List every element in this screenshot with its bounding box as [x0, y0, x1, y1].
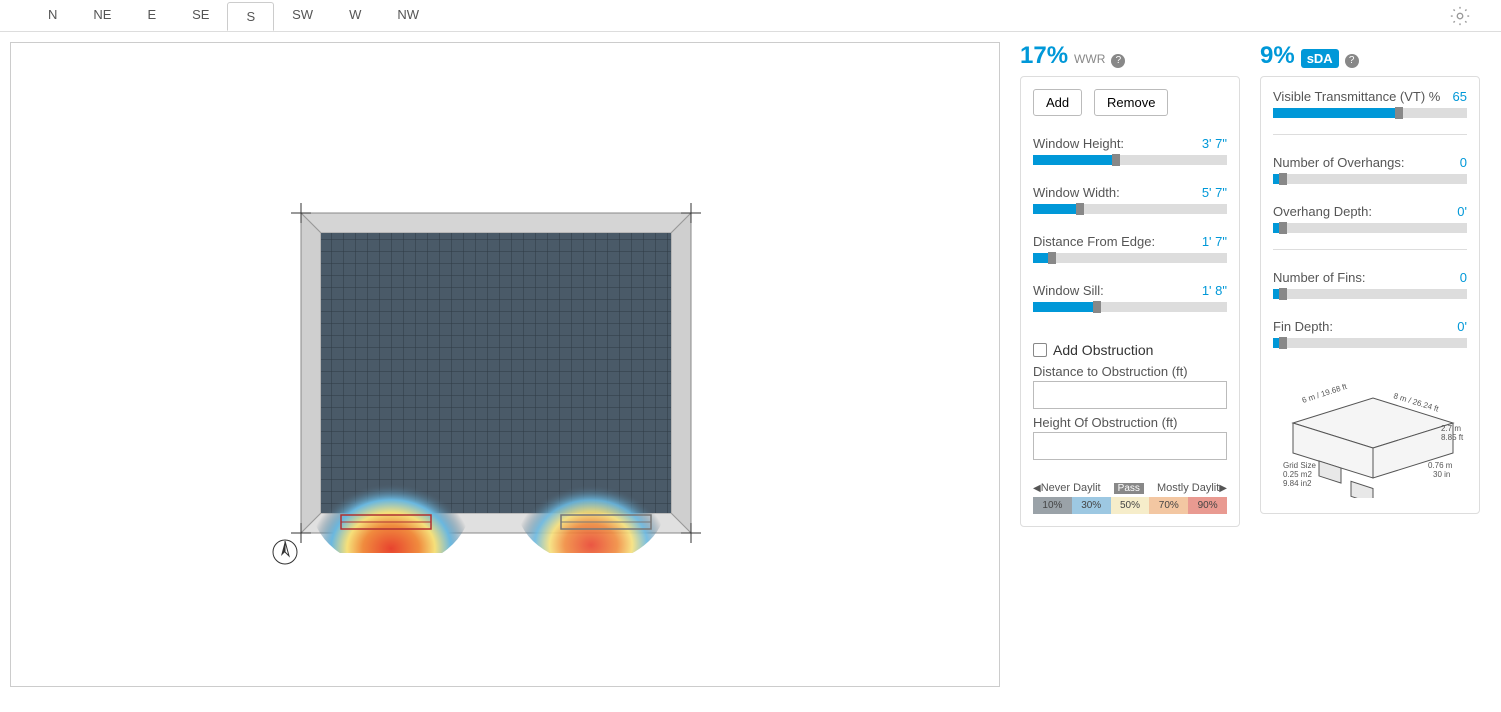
obstruction-distance-label: Distance to Obstruction (ft) — [1033, 364, 1227, 379]
slider[interactable]: Distance From Edge:1' 7" — [1033, 234, 1227, 263]
tab-sw[interactable]: SW — [274, 1, 331, 30]
daylight-legend: ◀Never Daylit Pass Mostly Daylit▶ 10%30%… — [1033, 482, 1227, 514]
slider[interactable]: Window Width:5' 7" — [1033, 185, 1227, 214]
sda-value: 9% — [1260, 42, 1295, 70]
wwr-help-icon[interactable]: ? — [1111, 54, 1125, 68]
tab-s[interactable]: S — [227, 2, 274, 31]
remove-button[interactable]: Remove — [1094, 89, 1168, 116]
svg-text:8.85 ft: 8.85 ft — [1441, 433, 1464, 442]
add-obstruction-checkbox[interactable] — [1033, 343, 1047, 357]
svg-text:2.7 m: 2.7 m — [1441, 424, 1461, 433]
svg-text:0.76 m: 0.76 m — [1428, 461, 1453, 470]
room-isometric: 6 m / 19.68 ft 8 m / 26.24 ft 2.7 m 8.85… — [1273, 368, 1467, 501]
slider[interactable]: Number of Fins:0 — [1273, 270, 1467, 299]
sda-badge: sDA — [1301, 49, 1339, 68]
tab-w[interactable]: W — [331, 1, 379, 30]
slider[interactable]: Visible Transmittance (VT) %65 — [1273, 89, 1467, 118]
add-obstruction-label: Add Obstruction — [1053, 342, 1153, 358]
slider[interactable]: Window Height:3' 7" — [1033, 136, 1227, 165]
obstruction-height-input[interactable] — [1033, 432, 1227, 460]
room-plan-render — [271, 203, 721, 553]
svg-text:0.25 m2: 0.25 m2 — [1283, 470, 1312, 479]
add-button[interactable]: Add — [1033, 89, 1082, 116]
wwr-label: WWR — [1074, 52, 1105, 66]
settings-gear-icon[interactable] — [1449, 5, 1471, 30]
tab-nw[interactable]: NW — [379, 1, 437, 30]
slider[interactable]: Fin Depth:0' — [1273, 319, 1467, 348]
slider[interactable]: Window Sill:1' 8" — [1033, 283, 1227, 312]
wwr-value: 17% — [1020, 42, 1068, 70]
obstruction-height-label: Height Of Obstruction (ft) — [1033, 415, 1227, 430]
slider[interactable]: Overhang Depth:0' — [1273, 204, 1467, 233]
tab-n[interactable]: N — [30, 1, 75, 30]
svg-text:9.84 in2: 9.84 in2 — [1283, 479, 1312, 488]
svg-text:6 m / 19.68 ft: 6 m / 19.68 ft — [1301, 382, 1349, 405]
slider[interactable]: Number of Overhangs:0 — [1273, 155, 1467, 184]
tab-e[interactable]: E — [129, 1, 174, 30]
sda-panel: 9% sDA ? Visible Transmittance (VT) %65 N… — [1260, 42, 1480, 527]
wwr-panel: 17% WWR ? Add Remove Window Height:3' 7"… — [1020, 42, 1240, 527]
tab-ne[interactable]: NE — [75, 1, 129, 30]
orientation-tabs: NNEESESSWWNW — [30, 1, 437, 30]
daylight-viewport — [10, 42, 1000, 687]
sda-help-icon[interactable]: ? — [1345, 54, 1359, 68]
svg-text:Grid Size: Grid Size — [1283, 461, 1316, 470]
obstruction-distance-input[interactable] — [1033, 381, 1227, 409]
compass-icon — [271, 538, 299, 566]
svg-text:30 in: 30 in — [1433, 470, 1450, 479]
tab-se[interactable]: SE — [174, 1, 227, 30]
